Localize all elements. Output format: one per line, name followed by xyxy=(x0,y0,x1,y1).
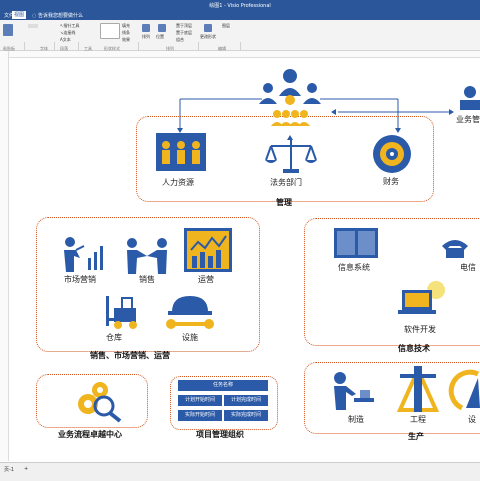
pm-cell-planned-finish: 计划完成时间 xyxy=(224,395,268,406)
telephone-icon[interactable] xyxy=(440,234,470,260)
legal-label: 法务部门 xyxy=(270,178,302,187)
telecom-label: 电信 xyxy=(460,263,476,272)
production-label: 生产 xyxy=(408,432,424,441)
manufacturing-worker-icon[interactable] xyxy=(330,372,374,412)
warehouse-label: 仓库 xyxy=(106,333,122,342)
management-label: 管理 xyxy=(276,198,292,207)
server-icon[interactable] xyxy=(334,228,378,260)
manufacturing-label: 制造 xyxy=(348,415,364,424)
business-management-icon[interactable] xyxy=(456,84,480,114)
finance-label: 财务 xyxy=(383,177,399,186)
marketing-presenter-icon[interactable] xyxy=(60,236,104,272)
marketing-label: 市场营销 xyxy=(64,275,96,284)
pm-cell-actual-finish: 实际完成时间 xyxy=(224,410,268,421)
hr-label: 人力资源 xyxy=(162,178,194,187)
pm-label: 项目管理组织 xyxy=(196,430,244,439)
design-label: 设 xyxy=(468,415,476,424)
hr-people-icon[interactable] xyxy=(156,133,206,173)
operations-chart-icon[interactable] xyxy=(184,228,232,272)
finance-safe-icon[interactable] xyxy=(372,134,412,174)
laptop-lightbulb-icon[interactable] xyxy=(398,280,446,318)
page-tab[interactable]: 页-1 xyxy=(4,466,14,473)
handshake-icon[interactable] xyxy=(122,238,172,274)
status-bar: 页-1 + xyxy=(0,462,480,481)
org-chart-icon[interactable] xyxy=(255,68,325,130)
engineering-ruler-icon[interactable] xyxy=(396,365,440,412)
business-management-label: 业务管 xyxy=(456,115,480,124)
forklift-icon[interactable] xyxy=(106,294,144,330)
gears-magnifier-icon[interactable] xyxy=(76,378,124,423)
design-compass-icon[interactable] xyxy=(448,369,480,412)
pm-cell-actual-start: 实际开始时间 xyxy=(178,410,222,421)
it-label: 信息技术 xyxy=(398,344,430,353)
pm-table-header: 任务名称 xyxy=(178,380,268,391)
facilities-tools-icon[interactable] xyxy=(166,292,214,332)
add-page-button[interactable]: + xyxy=(24,466,28,472)
sales-label: 销售 xyxy=(139,275,155,284)
software-label: 软件开发 xyxy=(404,325,436,334)
bpe-label: 业务流程卓越中心 xyxy=(58,430,122,439)
info-system-label: 信息系统 xyxy=(338,263,370,272)
scales-icon[interactable] xyxy=(265,138,317,174)
pm-cell-planned-start: 计划开始时间 xyxy=(178,395,222,406)
sales-group-label: 销售、市场营销、运营 xyxy=(90,351,170,360)
operations-label: 运营 xyxy=(198,275,214,284)
engineering-label: 工程 xyxy=(410,415,426,424)
facilities-label: 设施 xyxy=(182,333,198,342)
